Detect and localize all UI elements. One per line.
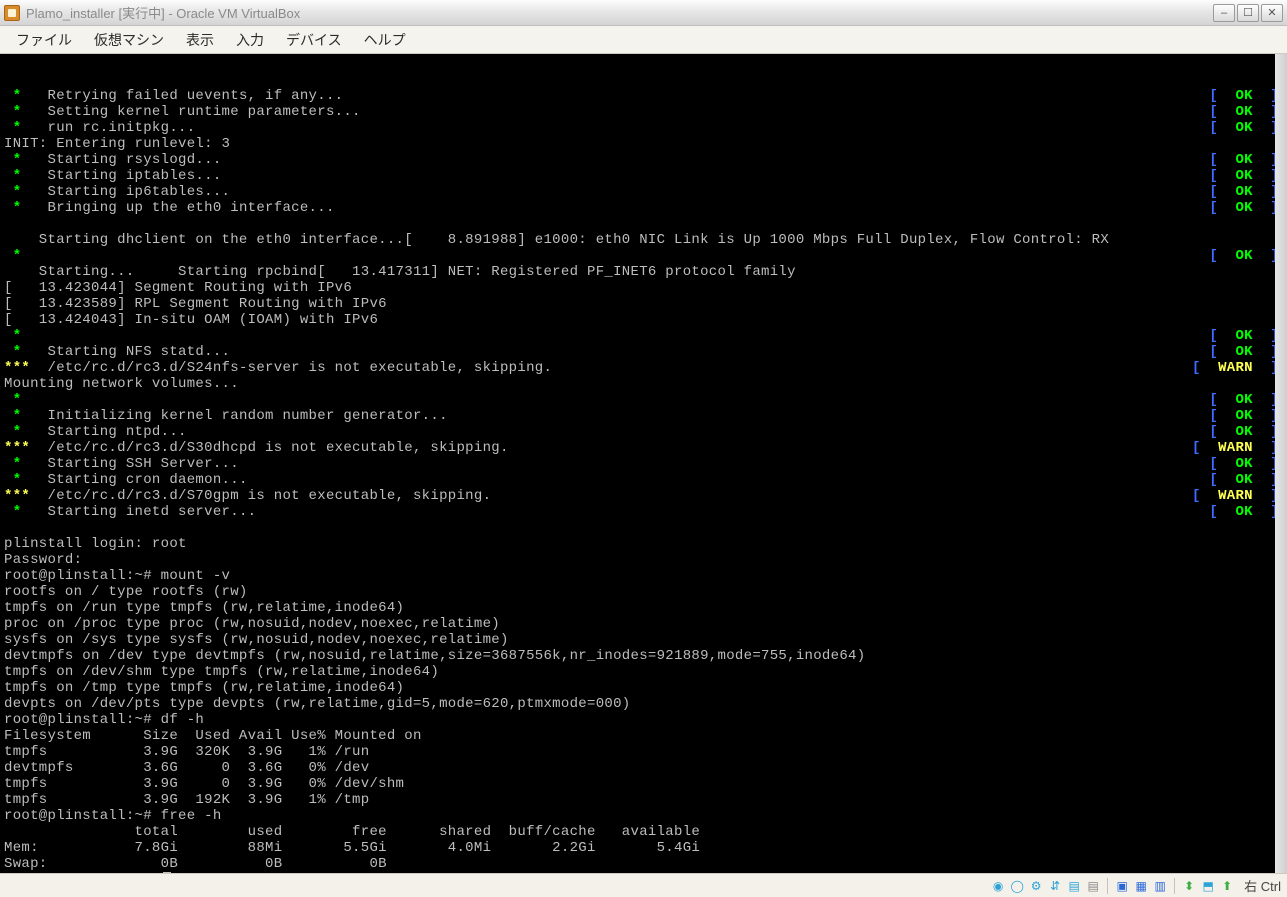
display-icon[interactable]: ▣	[1114, 878, 1130, 894]
boot-line: * Starting inetd server...[ OK ]	[4, 504, 1283, 520]
boot-line: * [ OK ]	[4, 248, 1283, 264]
close-button[interactable]: ✕	[1261, 4, 1283, 22]
boot-line: * Setting kernel runtime parameters...[ …	[4, 104, 1283, 120]
boot-line: * Retrying failed uevents, if any...[ OK…	[4, 88, 1283, 104]
vm-console[interactable]: * Retrying failed uevents, if any...[ OK…	[0, 54, 1287, 873]
session-line: Password:	[4, 552, 1283, 568]
boot-line: Starting... Starting rpcbind[ 13.417311]…	[4, 264, 1283, 280]
drag-drop-icon[interactable]: ⬆	[1219, 878, 1235, 894]
session-line: Mem: 7.8Gi 88Mi 5.5Gi 4.0Mi 2.2Gi 5.4Gi	[4, 840, 1283, 856]
boot-line: [ 13.423589] RPL Segment Routing with IP…	[4, 296, 1283, 312]
boot-line: * Bringing up the eth0 interface...[ OK …	[4, 200, 1283, 216]
window-buttons: – ☐ ✕	[1213, 4, 1283, 22]
minimize-button[interactable]: –	[1213, 4, 1235, 22]
menu-devices[interactable]: デバイス	[276, 27, 352, 53]
boot-line: * [ OK ]	[4, 328, 1283, 344]
session-line: devtmpfs 3.6G 0 3.6G 0% /dev	[4, 760, 1283, 776]
menu-machine[interactable]: 仮想マシン	[84, 27, 174, 53]
boot-line: * Starting iptables...[ OK ]	[4, 168, 1283, 184]
boot-line: * Starting ip6tables...[ OK ]	[4, 184, 1283, 200]
audio-icon[interactable]: ▤	[1085, 878, 1101, 894]
network-icon[interactable]: ⚙	[1028, 878, 1044, 894]
clipboard-icon[interactable]: ⬒	[1200, 878, 1216, 894]
menu-file[interactable]: ファイル	[6, 27, 82, 53]
usb-icon[interactable]: ⇵	[1047, 878, 1063, 894]
session-line: Filesystem Size Used Avail Use% Mounted …	[4, 728, 1283, 744]
scrollbar[interactable]	[1275, 54, 1287, 873]
session-line: tmpfs 3.9G 320K 3.9G 1% /run	[4, 744, 1283, 760]
boot-line: * Starting SSH Server...[ OK ]	[4, 456, 1283, 472]
shared-folder-icon[interactable]: ▤	[1066, 878, 1082, 894]
recording-icon[interactable]: ▦	[1133, 878, 1149, 894]
session-line: tmpfs 3.9G 0 3.9G 0% /dev/shm	[4, 776, 1283, 792]
boot-line: [ 13.423044] Segment Routing with IPv6	[4, 280, 1283, 296]
session-line: tmpfs on /tmp type tmpfs (rw,relatime,in…	[4, 680, 1283, 696]
session-line: devpts on /dev/pts type devpts (rw,relat…	[4, 696, 1283, 712]
session-line: devtmpfs on /dev type devtmpfs (rw,nosui…	[4, 648, 1283, 664]
session-line: root@plinstall:~#	[4, 872, 1283, 873]
host-key-indicator: 右 Ctrl	[1244, 876, 1281, 895]
boot-line: INIT: Entering runlevel: 3	[4, 136, 1283, 152]
boot-line: * Starting ntpd...[ OK ]	[4, 424, 1283, 440]
boot-line: *** /etc/rc.d/rc3.d/S70gpm is not execut…	[4, 488, 1283, 504]
maximize-button[interactable]: ☐	[1237, 4, 1259, 22]
session-line: Swap: 0B 0B 0B	[4, 856, 1283, 872]
session-line: tmpfs 3.9G 192K 3.9G 1% /tmp	[4, 792, 1283, 808]
menu-view[interactable]: 表示	[176, 27, 224, 53]
boot-line: * Starting NFS statd...[ OK ]	[4, 344, 1283, 360]
session-line: total used free shared buff/cache availa…	[4, 824, 1283, 840]
session-line: sysfs on /sys type sysfs (rw,nosuid,node…	[4, 632, 1283, 648]
virtualbox-icon	[4, 5, 20, 21]
window-titlebar: Plamo_installer [実行中] - Oracle VM Virtua…	[0, 0, 1287, 26]
session-line: rootfs on / type rootfs (rw)	[4, 584, 1283, 600]
boot-line: * [ OK ]	[4, 392, 1283, 408]
session-line: root@plinstall:~# df -h	[4, 712, 1283, 728]
cpu-icon[interactable]: ▥	[1152, 878, 1168, 894]
session-line: root@plinstall:~# mount -v	[4, 568, 1283, 584]
session-line: plinstall login: root	[4, 536, 1283, 552]
session-line: root@plinstall:~# free -h	[4, 808, 1283, 824]
menu-help[interactable]: ヘルプ	[354, 27, 416, 53]
boot-line: *** /etc/rc.d/rc3.d/S24nfs-server is not…	[4, 360, 1283, 376]
session-line	[4, 520, 1283, 536]
window-title: Plamo_installer [実行中] - Oracle VM Virtua…	[26, 3, 300, 22]
boot-line: *** /etc/rc.d/rc3.d/S30dhcpd is not exec…	[4, 440, 1283, 456]
session-line: proc on /proc type proc (rw,nosuid,nodev…	[4, 616, 1283, 632]
cursor	[163, 872, 171, 873]
mouse-integration-icon[interactable]: ⬍	[1181, 878, 1197, 894]
disk-icon[interactable]: ◉	[990, 878, 1006, 894]
boot-line: * Starting cron daemon...[ OK ]	[4, 472, 1283, 488]
session-line: tmpfs on /dev/shm type tmpfs (rw,relatim…	[4, 664, 1283, 680]
boot-line: * run rc.initpkg...[ OK ]	[4, 120, 1283, 136]
statusbar: ◉ ◯ ⚙ ⇵ ▤ ▤ ▣ ▦ ▥ ⬍ ⬒ ⬆ 右 Ctrl	[0, 873, 1287, 897]
menubar: ファイル 仮想マシン 表示 入力 デバイス ヘルプ	[0, 26, 1287, 54]
boot-line: * Starting rsyslogd...[ OK ]	[4, 152, 1283, 168]
boot-line	[4, 216, 1283, 232]
session-line: tmpfs on /run type tmpfs (rw,relatime,in…	[4, 600, 1283, 616]
boot-line: Mounting network volumes...	[4, 376, 1283, 392]
boot-line: Starting dhclient on the eth0 interface.…	[4, 232, 1283, 248]
boot-line: * Initializing kernel random number gene…	[4, 408, 1283, 424]
boot-line: [ 13.424043] In-situ OAM (IOAM) with IPv…	[4, 312, 1283, 328]
menu-input[interactable]: 入力	[226, 27, 274, 53]
optical-icon[interactable]: ◯	[1009, 878, 1025, 894]
